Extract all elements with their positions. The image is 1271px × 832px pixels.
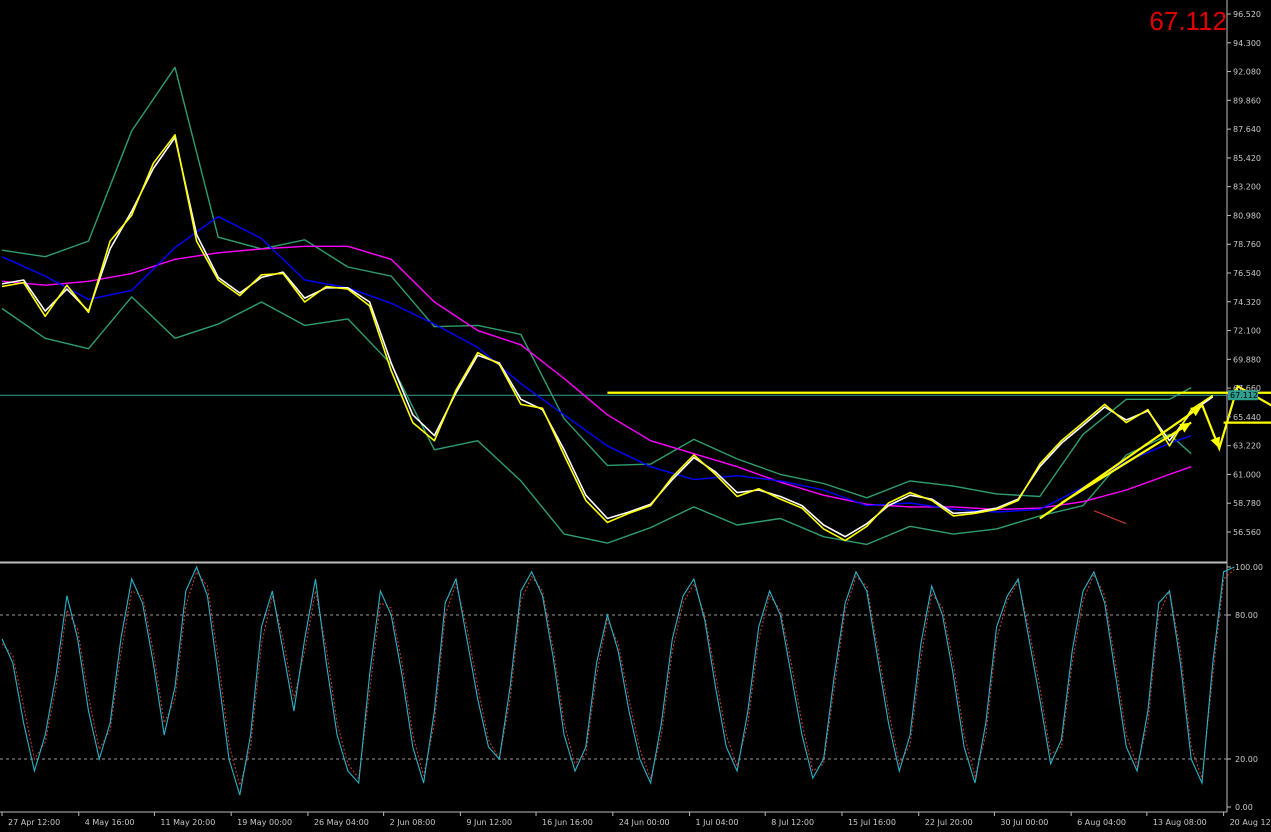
time-tick-label: 9 Jun 12:00: [466, 818, 512, 827]
time-tick-label: 20 Aug 12:00: [1230, 818, 1271, 827]
oscillator-tick-label: 100.00: [1235, 563, 1263, 572]
time-tick-label: 22 Jul 20:00: [925, 818, 973, 827]
price-tick-label: 80.980: [1233, 211, 1261, 220]
current-price-tag-label: 67.112: [1230, 391, 1258, 400]
time-tick-label: 15 Jul 16:00: [848, 818, 896, 827]
time-tick-label: 19 May 00:00: [237, 818, 292, 827]
time-tick-label: 11 May 20:00: [160, 818, 215, 827]
time-tick-label: 8 Jul 12:00: [771, 818, 814, 827]
time-tick-label: 6 Aug 04:00: [1077, 818, 1126, 827]
time-tick-label: 13 Aug 08:00: [1153, 818, 1207, 827]
price-chart[interactable]: 96.520 94.300 92.080 89.860 87.640 85.420 83.2…: [0, 0, 1271, 832]
price-tick-label: 74.320: [1233, 298, 1261, 307]
time-tick-label: 27 Apr 12:00: [8, 818, 60, 827]
time-tick-label: 4 May 16:00: [85, 818, 135, 827]
price-tick-label: 94.300: [1233, 39, 1261, 48]
current-price-readout: 67.112: [1149, 6, 1227, 36]
price-tick-label: 69.880: [1233, 355, 1261, 364]
oscillator-tick-label: 80.00: [1235, 611, 1258, 620]
time-tick-label: 26 May 04:00: [314, 818, 369, 827]
oscillator-tick-label: 20.00: [1235, 755, 1258, 764]
time-tick-label: 24 Jun 00:00: [619, 818, 670, 827]
price-tick-label: 87.640: [1233, 125, 1261, 134]
price-tick-label: 85.420: [1233, 154, 1261, 163]
price-tick-label: 61.000: [1233, 470, 1261, 479]
price-tick-label: 92.080: [1233, 68, 1261, 77]
time-tick-label: 1 Jul 04:00: [696, 818, 739, 827]
price-tick-label: 63.220: [1233, 442, 1261, 451]
price-tick-label: 58.780: [1233, 499, 1261, 508]
time-tick-label: 30 Jul 00:00: [1000, 818, 1048, 827]
price-tick-label: 89.860: [1233, 96, 1261, 105]
time-tick-label: 2 Jun 08:00: [390, 818, 436, 827]
time-tick-label: 16 Jun 16:00: [542, 818, 593, 827]
price-tick-label: 56.560: [1233, 528, 1261, 537]
price-tick-label: 72.100: [1233, 327, 1261, 336]
price-tick-label: 83.200: [1233, 183, 1261, 192]
price-tick-label: 78.760: [1233, 240, 1261, 249]
price-tick-label: 65.440: [1233, 413, 1261, 422]
price-tick-label: 76.540: [1233, 269, 1261, 278]
oscillator-tick-label: 0.00: [1235, 803, 1253, 812]
price-tick-label: 96.520: [1233, 10, 1261, 19]
